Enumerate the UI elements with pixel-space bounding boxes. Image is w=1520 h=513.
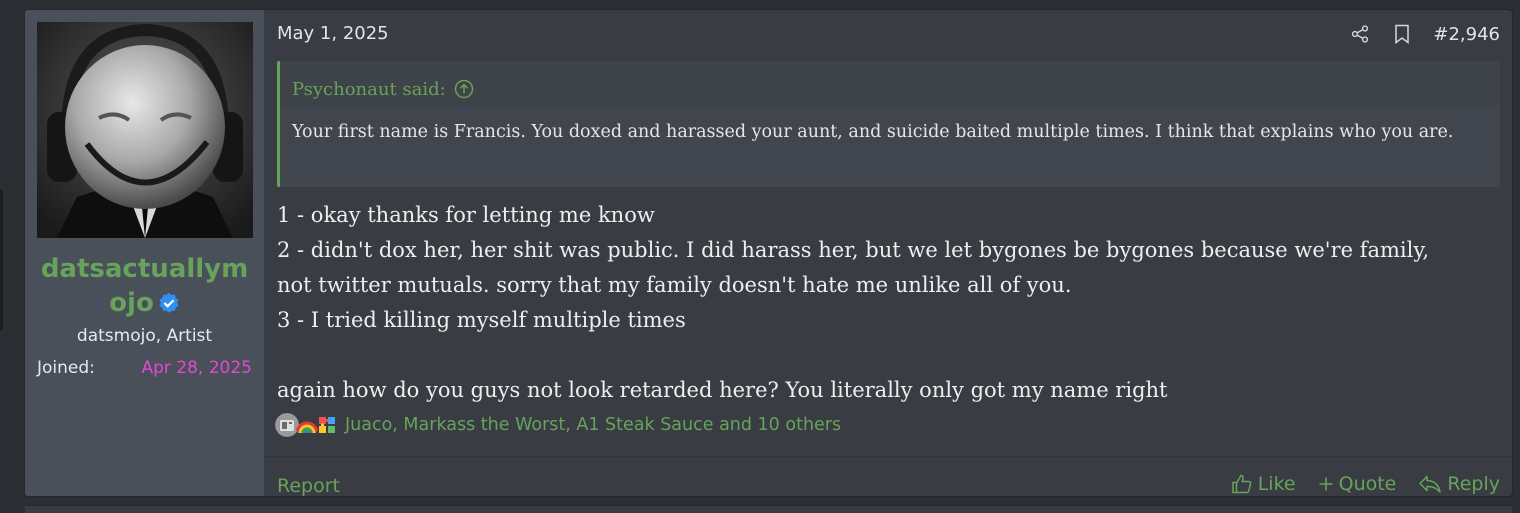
reaction-icons[interactable] xyxy=(275,413,335,437)
next-post-edge xyxy=(25,505,1512,513)
post-date[interactable]: May 1, 2025 xyxy=(277,23,389,44)
plus-icon xyxy=(1319,477,1333,491)
post-main: May 1, 2025 #2,946 Psychonaut said: Your… xyxy=(264,10,1512,496)
body-line: not twitter mutuals. sorry that my famil… xyxy=(277,273,1072,297)
joined-date: Apr 28, 2025 xyxy=(141,358,252,378)
bookmark-icon[interactable] xyxy=(1391,22,1413,46)
share-icon[interactable] xyxy=(1349,22,1371,46)
quote-block: Psychonaut said: Your first name is Fran… xyxy=(277,61,1500,187)
like-button[interactable]: Like xyxy=(1231,473,1296,495)
quote-author[interactable]: Psychonaut said: xyxy=(292,79,446,100)
joined-label: Joined: xyxy=(37,358,95,378)
avatar-image xyxy=(37,22,253,238)
username[interactable]: datsactuallymojo xyxy=(35,252,254,320)
reactions-list[interactable]: Juaco, Markass the Worst, A1 Steak Sauce… xyxy=(345,415,841,435)
body-line: again how do you guys not look retarded … xyxy=(277,378,1168,402)
left-edge-divider xyxy=(0,190,3,330)
thumbs-up-icon xyxy=(1231,474,1252,494)
username-text[interactable]: datsactuallymojo xyxy=(41,254,248,318)
like-label[interactable]: Like xyxy=(1258,473,1296,495)
quote-header[interactable]: Psychonaut said: xyxy=(280,61,1500,107)
page: datsactuallymojo datsmojo, Artist Joined… xyxy=(0,0,1520,513)
reaction-icon-puzzle xyxy=(315,413,339,437)
verified-badge-icon xyxy=(158,289,180,313)
quote-expand-up-icon[interactable] xyxy=(454,79,474,99)
reactions-bar[interactable]: Juaco, Markass the Worst, A1 Steak Sauce… xyxy=(275,413,841,437)
avatar[interactable] xyxy=(37,22,253,238)
quote-body: Your first name is Francis. You doxed an… xyxy=(292,122,1454,142)
user-title: datsmojo, Artist xyxy=(76,326,213,346)
post-actions-top: #2,946 xyxy=(1349,22,1500,46)
body-line: 2 - didn't dox her, her shit was public.… xyxy=(277,238,1430,262)
reply-arrow-icon xyxy=(1419,475,1442,493)
body-line: 1 - okay thanks for letting me know xyxy=(277,203,655,227)
post-footer: Report Like Quote Reply xyxy=(264,456,1512,496)
quote-button[interactable]: Quote xyxy=(1318,473,1397,495)
body-line: 3 - I tried killing myself multiple time… xyxy=(277,308,686,332)
quote-label[interactable]: Quote xyxy=(1339,473,1397,495)
footer-actions: Like Quote Reply xyxy=(1209,473,1500,495)
post-number-link[interactable]: #2,946 xyxy=(1433,24,1500,45)
forum-post: datsactuallymojo datsmojo, Artist Joined… xyxy=(25,10,1512,496)
report-link[interactable]: Report xyxy=(277,475,340,496)
body-line-blank xyxy=(277,338,1497,373)
reply-button[interactable]: Reply xyxy=(1418,473,1500,495)
post-body: 1 - okay thanks for letting me know 2 - … xyxy=(277,198,1497,408)
user-panel: datsactuallymojo datsmojo, Artist Joined… xyxy=(25,10,264,496)
reply-label[interactable]: Reply xyxy=(1447,473,1500,495)
